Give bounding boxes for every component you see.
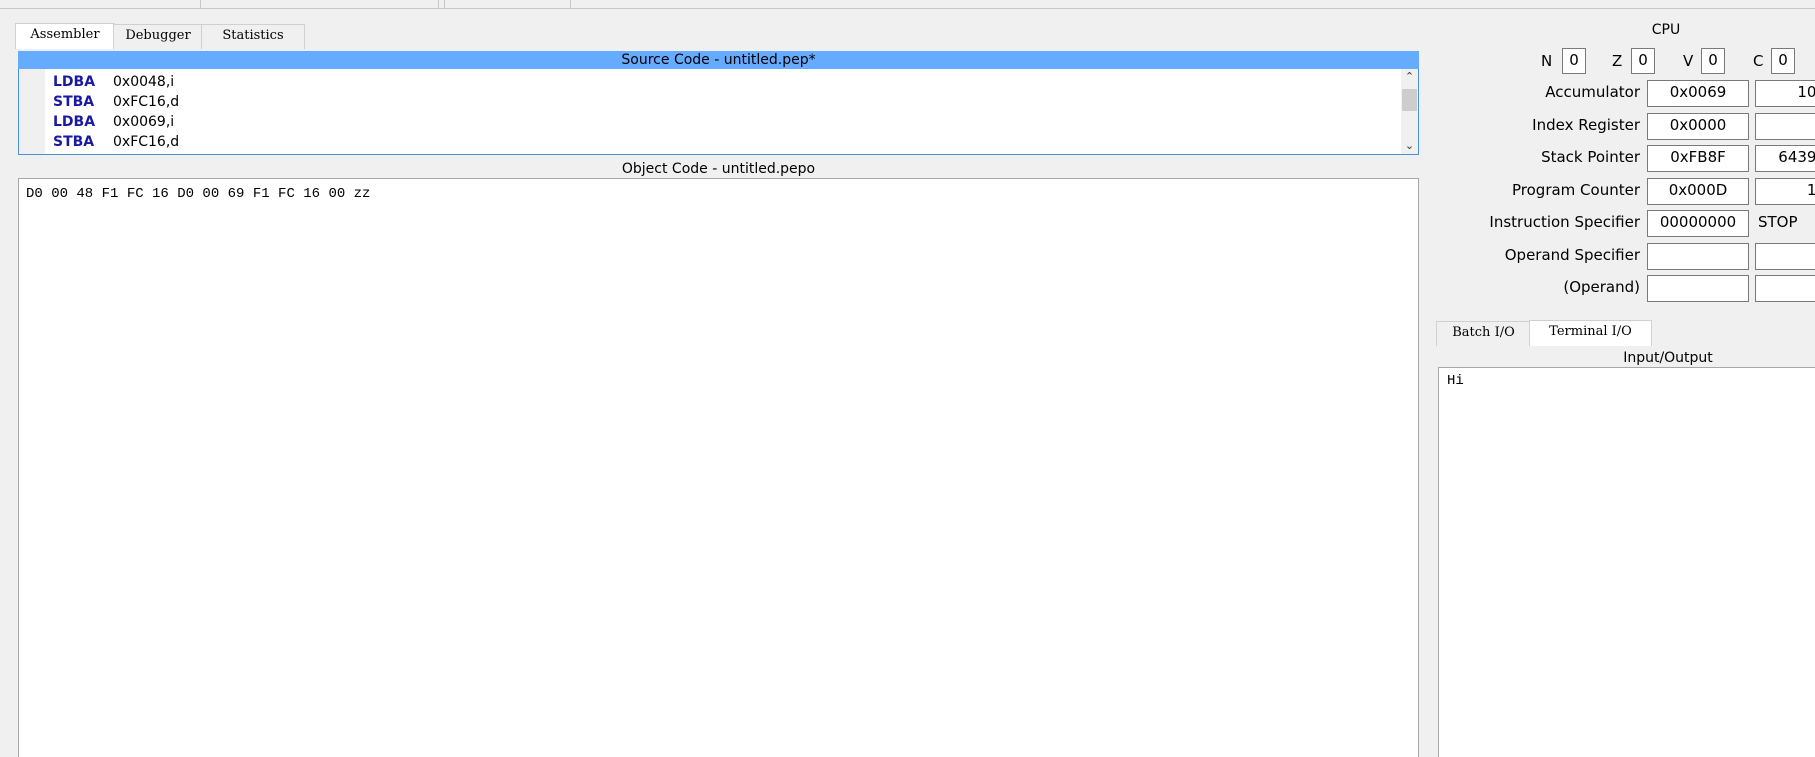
operand-hex	[1647, 275, 1749, 302]
toolbar-divider	[438, 0, 439, 9]
source-line[interactable]: LDBA 0x0069,i	[53, 112, 174, 132]
instruction-specifier-label: Instruction Specifier	[1489, 213, 1640, 231]
operand-specifier-hex	[1647, 243, 1749, 270]
terminal-output-text: Hi	[1447, 373, 1464, 389]
flag-c-value: 0	[1771, 48, 1795, 74]
flag-n-value: 0	[1562, 48, 1586, 74]
program-counter-label: Program Counter	[1512, 181, 1640, 199]
instruction-mnemonic: STOP	[1758, 213, 1798, 231]
toolbar-divider	[200, 0, 201, 9]
tab-assembler[interactable]: Assembler	[15, 23, 115, 49]
tab-statistics[interactable]: Statistics	[201, 24, 305, 49]
tab-terminal-io[interactable]: Terminal I/O	[1529, 320, 1652, 346]
operand: 0xFC16,d	[113, 134, 180, 150]
stack-pointer-dec: 64399	[1755, 145, 1815, 172]
tab-batch-io[interactable]: Batch I/O	[1436, 321, 1531, 346]
flag-v-label: V	[1683, 52, 1694, 70]
operand: 0xFC16,d	[113, 94, 180, 110]
index-register-dec: 0	[1755, 113, 1815, 140]
mnemonic: LDBA	[53, 114, 96, 130]
object-code-text: D0 00 48 F1 FC 16 D0 00 69 F1 FC 16 00 z…	[26, 186, 371, 202]
operand-dec	[1755, 275, 1815, 302]
object-code-title: Object Code - untitled.pepo	[621, 161, 816, 177]
flag-n-label: N	[1541, 52, 1553, 70]
operand: 0x0048,i	[113, 74, 175, 90]
tab-debugger[interactable]: Debugger	[113, 24, 203, 49]
cpu-title: CPU	[1651, 22, 1681, 38]
flag-z-label: Z	[1612, 52, 1623, 70]
accumulator-label: Accumulator	[1545, 83, 1640, 101]
io-title: Input/Output	[1434, 349, 1815, 367]
top-toolbar-strip	[0, 0, 1815, 9]
accumulator-dec: 105	[1755, 80, 1815, 107]
flag-c-label: C	[1753, 52, 1764, 70]
operand-specifier-dec	[1755, 243, 1815, 270]
source-line[interactable]: LDBA 0x0048,i	[53, 72, 174, 92]
source-code-editor[interactable]: LDBA 0x0048,i STBA 0xFC16,d LDBA 0x0069,i S…	[18, 69, 1419, 155]
source-line[interactable]: STBA 0xFC16,d	[53, 132, 179, 152]
object-code-editor[interactable]: D0 00 48 F1 FC 16 D0 00 69 F1 FC 16 00 z…	[18, 178, 1419, 757]
mnemonic: STBA	[53, 94, 95, 110]
mnemonic: STBA	[53, 134, 95, 150]
stack-pointer-label: Stack Pointer	[1541, 148, 1640, 166]
flag-v-value: 0	[1701, 48, 1725, 74]
operand: 0x0069,i	[113, 114, 175, 130]
stack-pointer-hex: 0xFB8F	[1647, 145, 1749, 172]
toolbar-divider	[444, 0, 445, 9]
accumulator-hex: 0x0069	[1647, 80, 1749, 107]
line-gutter	[19, 69, 45, 154]
toolbar-divider	[570, 0, 571, 9]
source-code-title: Source Code - untitled.pep*	[18, 51, 1419, 69]
instruction-specifier-bin: 00000000	[1647, 210, 1749, 237]
index-register-hex: 0x0000	[1647, 113, 1749, 140]
terminal-io-area[interactable]: Hi	[1438, 367, 1815, 757]
mnemonic: LDBA	[53, 74, 96, 90]
source-line[interactable]: STBA 0xFC16,d	[53, 92, 179, 112]
program-counter-dec: 13	[1755, 178, 1815, 205]
operand-specifier-label: Operand Specifier	[1504, 246, 1640, 264]
operand-label: (Operand)	[1563, 278, 1640, 296]
flag-z-value: 0	[1631, 48, 1655, 74]
program-counter-hex: 0x000D	[1647, 178, 1749, 205]
index-register-label: Index Register	[1532, 116, 1640, 134]
